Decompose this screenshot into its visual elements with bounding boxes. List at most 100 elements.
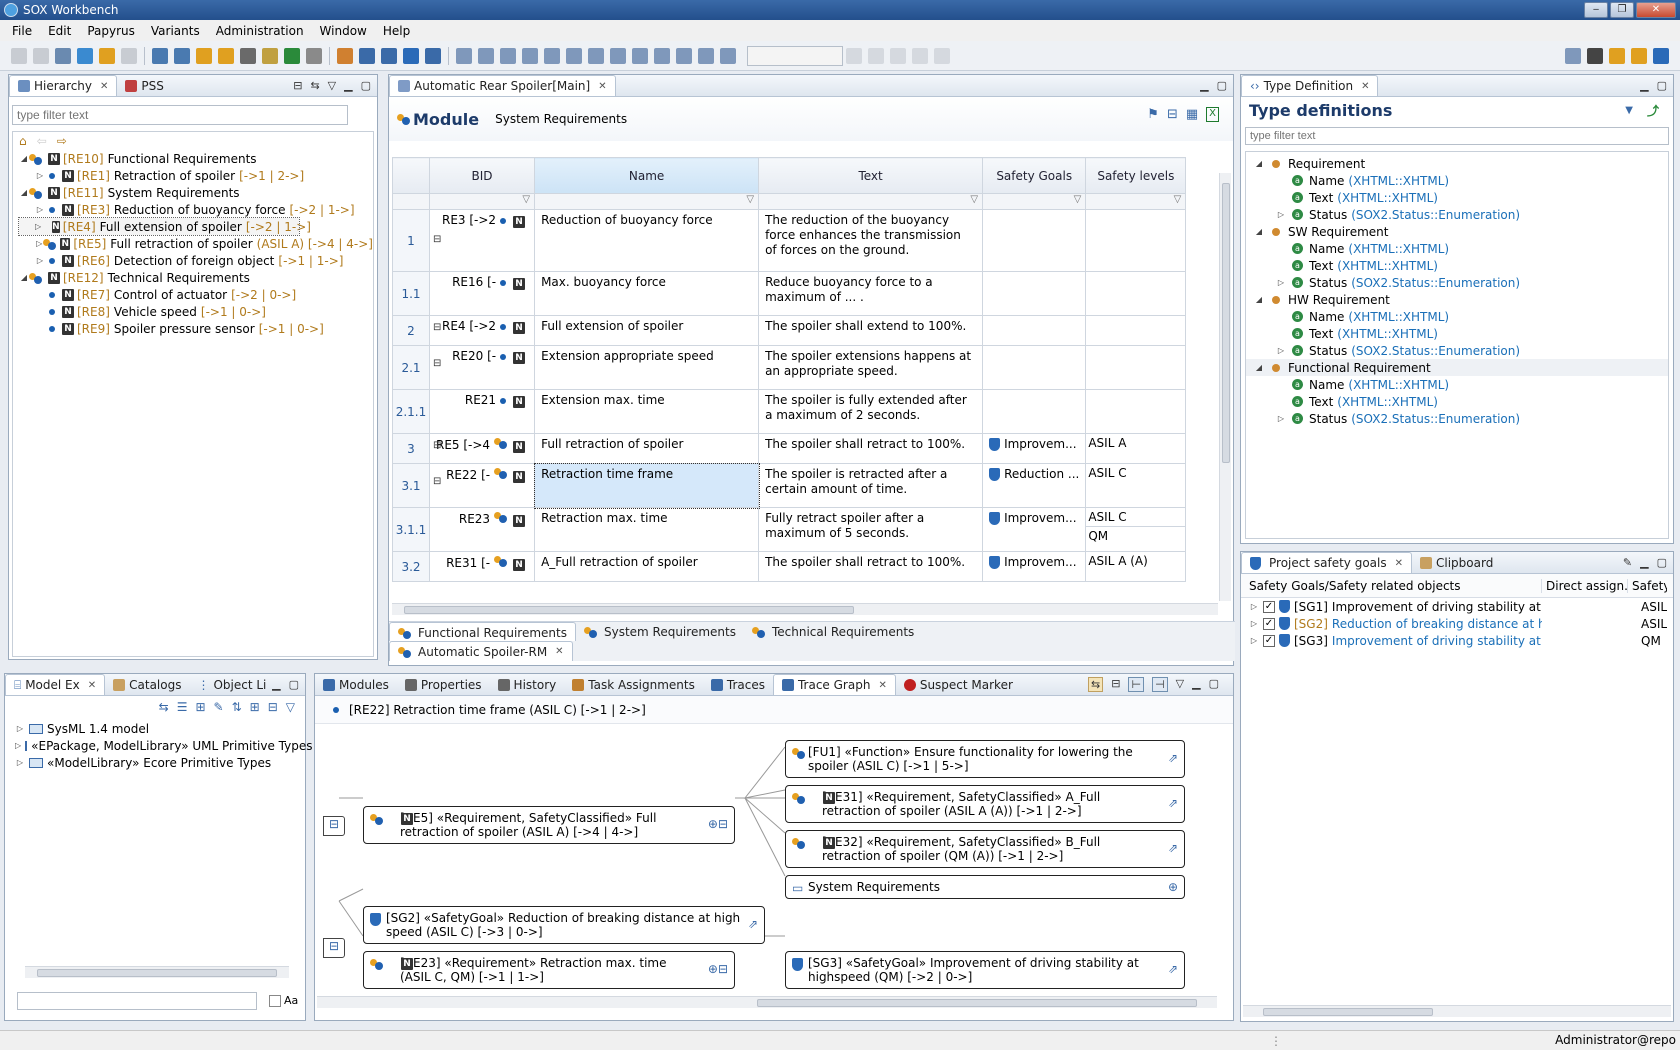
- sort-icon[interactable]: ⇅: [232, 700, 242, 714]
- bold-icon[interactable]: [846, 47, 862, 64]
- bid-cell[interactable]: RE16 [- N: [428, 271, 536, 316]
- safety-goal-cell[interactable]: [982, 345, 1087, 390]
- tab-traces[interactable]: Traces: [703, 674, 773, 695]
- tab-properties[interactable]: Properties: [397, 674, 490, 695]
- grid-icon[interactable]: [720, 47, 736, 64]
- layout-icon[interactable]: ⇆: [1088, 677, 1104, 692]
- excel-export-icon[interactable]: X: [1206, 107, 1219, 122]
- table-row[interactable]: 3.2 RE31 [- N A_Full retraction of spoiler T…: [392, 551, 1187, 582]
- col-header-direct-assign[interactable]: Direct assign...: [1541, 578, 1627, 593]
- col-header-bid[interactable]: BID: [428, 157, 536, 194]
- trace-node-sg3[interactable]: [SG3] «SafetyGoal» Improvement of drivin…: [785, 951, 1185, 989]
- table-icon[interactable]: ▦: [1186, 107, 1198, 122]
- name-cell[interactable]: Extension max. time: [534, 389, 760, 434]
- tab-trace-graph[interactable]: Trace Graph ✕: [772, 674, 896, 695]
- attribute-item[interactable]: ▷ a Status (SOX2.Status::Enumeration): [1246, 274, 1668, 291]
- diamond-icon[interactable]: [654, 47, 670, 64]
- attribute-item[interactable]: a Name (XHTML::XHTML): [1246, 308, 1668, 325]
- name-cell[interactable]: Reduction of buoyancy force: [534, 209, 760, 272]
- outdent-icon[interactable]: [152, 47, 168, 64]
- safety-level-cell[interactable]: ASIL C: [1085, 463, 1187, 508]
- text-cell[interactable]: Reduce buoyancy force to a maximum of ..…: [758, 271, 984, 316]
- col-header-safety-goals[interactable]: Safety Goals/Safety related objects: [1241, 579, 1541, 593]
- menu-variants[interactable]: Variants: [143, 24, 208, 38]
- tree-icon[interactable]: ⊞: [195, 700, 205, 714]
- attribute-item[interactable]: a Text (XHTML::XHTML): [1246, 393, 1668, 410]
- expand-icon[interactable]: ⊕: [1168, 880, 1178, 894]
- close-icon[interactable]: ✕: [100, 81, 108, 92]
- expand-icon[interactable]: ◢: [1254, 295, 1264, 304]
- link-icon[interactable]: ⇆: [159, 700, 169, 714]
- view-menu-icon[interactable]: ▽: [328, 79, 336, 92]
- text-cell[interactable]: Fully retract spoiler after a maximum of…: [758, 507, 984, 552]
- trace-node-fu1[interactable]: [FU1] «Function» Ensure functionality fo…: [785, 740, 1185, 778]
- back-icon[interactable]: ⇦: [37, 134, 47, 148]
- export-icon[interactable]: [456, 47, 472, 64]
- hierarchy-filter-input[interactable]: [12, 105, 348, 125]
- table-row[interactable]: 1.1 RE16 [- N Max. buoyancy force Reduce buo…: [392, 271, 1187, 316]
- network-icon[interactable]: [566, 47, 582, 64]
- attribute-item[interactable]: a Text (XHTML::XHTML): [1246, 257, 1668, 274]
- text-cell[interactable]: The spoiler shall retract to 100%.: [758, 551, 984, 582]
- safety-level-cell[interactable]: [1085, 271, 1187, 316]
- safety-goal-cell[interactable]: Improvem...: [982, 433, 1087, 464]
- text-cell[interactable]: The reduction of the buoyancy force enha…: [758, 209, 984, 272]
- collapse-all-icon[interactable]: ⊟: [268, 700, 278, 714]
- filter-icon[interactable]: ▽: [1085, 193, 1187, 210]
- hierarchy-item[interactable]: ◢ N [RE10] Functional Requirements: [19, 150, 373, 167]
- menu-administration[interactable]: Administration: [208, 24, 312, 38]
- expand-icon[interactable]: ▷: [15, 724, 25, 733]
- close-icon[interactable]: ✕: [88, 680, 96, 691]
- checkbox[interactable]: ✓: [1263, 617, 1275, 630]
- minimize-view-icon[interactable]: ▁: [1640, 556, 1648, 569]
- expand-icon[interactable]: ▷: [1276, 414, 1286, 423]
- col-header-name[interactable]: Name: [534, 157, 760, 194]
- safety-level-cell[interactable]: [1085, 315, 1187, 346]
- filter-icon[interactable]: ▽: [758, 193, 984, 210]
- trace-node-re31[interactable]: N [RE31] «Requirement, SafetyClassified» …: [785, 785, 1185, 823]
- color-icon[interactable]: [912, 47, 928, 64]
- expand-all-icon[interactable]: ⊞: [250, 700, 260, 714]
- expand-icon[interactable]: ▷: [1249, 619, 1259, 628]
- trace-node-re23[interactable]: N [RE23] «Requirement» Retraction max. ti…: [363, 951, 735, 989]
- hand-icon[interactable]: [632, 47, 648, 64]
- attribute-item[interactable]: a Name (XHTML::XHTML): [1246, 172, 1668, 189]
- close-icon[interactable]: ✕: [598, 81, 606, 92]
- safety-level-cell[interactable]: ASIL A (A): [1085, 551, 1187, 582]
- bid-cell[interactable]: RE21 N: [428, 389, 536, 434]
- attribute-item[interactable]: a Text (XHTML::XHTML): [1246, 325, 1668, 342]
- safety-goal-cell[interactable]: [982, 389, 1087, 434]
- checkbox[interactable]: ✓: [1263, 600, 1275, 613]
- navigate-icon[interactable]: ⇗: [1168, 841, 1178, 855]
- col-header-text[interactable]: Text: [758, 157, 984, 194]
- close-icon[interactable]: ✕: [1361, 81, 1369, 92]
- tab-object-list[interactable]: ⋮ Object Li: [189, 674, 274, 695]
- arrow-right-icon[interactable]: [522, 47, 538, 64]
- navigate-icon[interactable]: ⇗: [748, 917, 758, 931]
- trace-node-re5[interactable]: N [RE5] «Requirement, SafetyClassified» F…: [363, 806, 735, 844]
- name-cell[interactable]: Extension appropriate speed: [534, 345, 760, 390]
- collapse-icon[interactable]: ⊟: [433, 476, 441, 487]
- type-item[interactable]: ◢ Functional Requirement: [1246, 359, 1668, 376]
- type-item[interactable]: ◢ HW Requirement: [1246, 291, 1668, 308]
- name-cell[interactable]: Max. buoyancy force: [534, 271, 760, 316]
- hierarchy-icon[interactable]: ⊢: [1128, 677, 1145, 692]
- vertical-scrollbar[interactable]: [1219, 173, 1231, 601]
- text-cell[interactable]: The spoiler shall extend to 100%.: [758, 315, 984, 346]
- expand-icon[interactable]: ◢: [1254, 159, 1264, 168]
- font-size-select[interactable]: [747, 45, 843, 66]
- attribute-item[interactable]: a Text (XHTML::XHTML): [1246, 189, 1668, 206]
- tab-history[interactable]: History: [490, 674, 565, 695]
- menu-help[interactable]: Help: [375, 24, 418, 38]
- collapse-icon[interactable]: ⊟: [433, 234, 441, 245]
- layout-icon[interactable]: [698, 47, 714, 64]
- type-item[interactable]: ◢ SW Requirement: [1246, 223, 1668, 240]
- print-icon[interactable]: [55, 47, 71, 64]
- table-row[interactable]: 3 ⊟ RE5 [->4 N Full retraction of spoiler The…: [392, 433, 1187, 464]
- user-icon[interactable]: [1653, 48, 1669, 64]
- model-item[interactable]: ▷ SysML 1.4 model: [15, 720, 305, 737]
- network-icon[interactable]: [1631, 48, 1647, 64]
- name-cell[interactable]: Retraction max. time: [534, 507, 760, 552]
- copy-icon[interactable]: [500, 47, 516, 64]
- horizontal-scrollbar[interactable]: [25, 966, 289, 978]
